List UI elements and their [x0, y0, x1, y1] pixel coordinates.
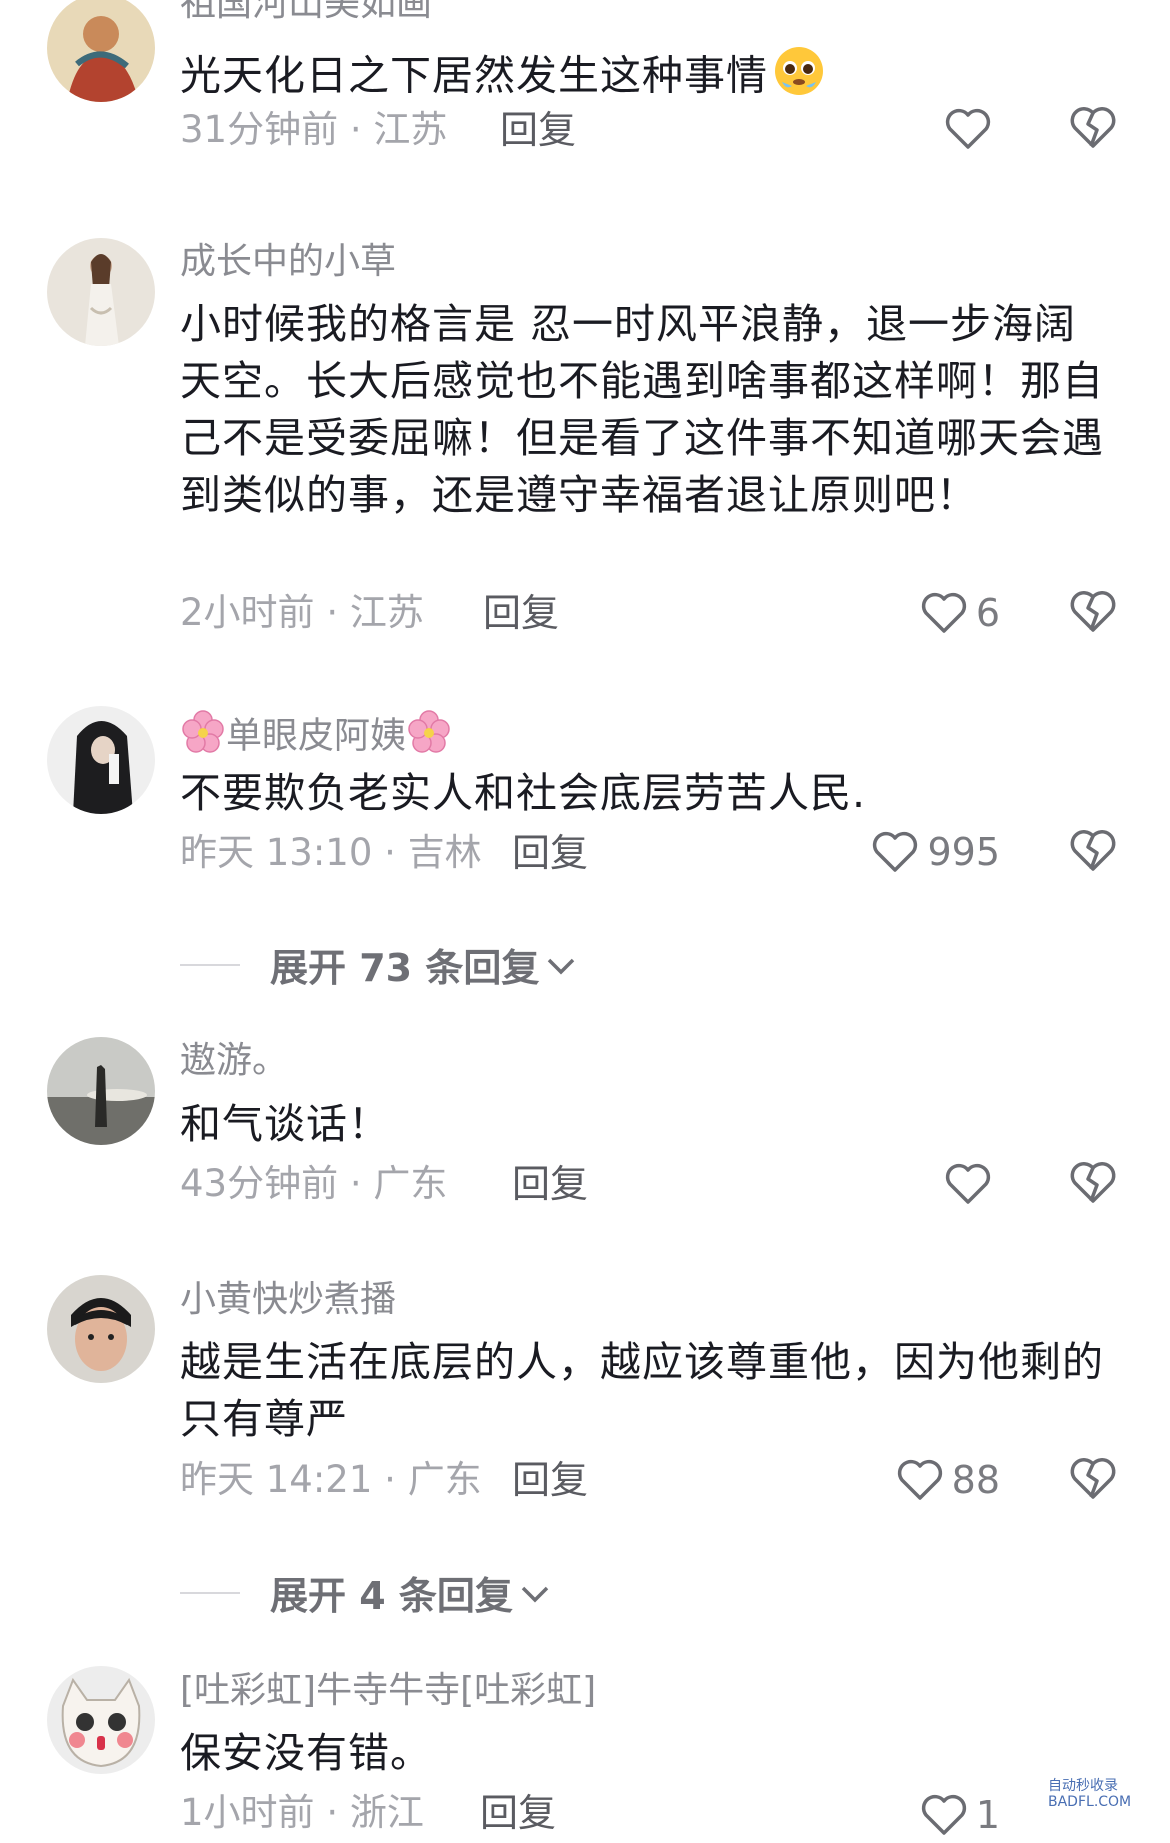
username[interactable]: 祖国河山美如画	[180, 0, 432, 30]
reply-button[interactable]: 回复	[512, 1457, 588, 1503]
timestamp: 1小时前	[180, 1791, 315, 1834]
reply-button[interactable]: 回复	[483, 590, 559, 636]
comment-meta: 1小时前 · 浙江	[180, 1790, 424, 1836]
pleading-face-emoji	[772, 44, 826, 113]
like-button[interactable]: 1	[920, 1790, 1000, 1840]
username[interactable]: 成长中的小草	[180, 240, 396, 284]
comment-meta: 31分钟前 · 江苏	[180, 107, 447, 153]
divider	[180, 1591, 240, 1594]
chevron-down-icon	[539, 943, 577, 987]
timestamp: 昨天 13:10	[180, 831, 373, 874]
comment-text: 光天化日之下居然发生这种事情	[180, 44, 1110, 113]
heart-outline-icon	[944, 1162, 992, 1206]
username[interactable]: 单眼皮阿姨	[180, 709, 452, 766]
avatar[interactable]	[47, 238, 155, 346]
like-count: 6	[975, 591, 1000, 635]
heart-outline-icon	[920, 591, 968, 635]
timestamp: 昨天 14:21	[180, 1458, 373, 1501]
location: 吉林	[407, 831, 482, 874]
timestamp: 2小时前	[180, 591, 315, 634]
comment-meta: 43分钟前 · 广东	[180, 1161, 447, 1207]
dislike-button[interactable]	[1068, 588, 1118, 638]
broken-heart-icon	[1068, 1455, 1118, 1501]
like-button[interactable]: 6	[920, 588, 1000, 638]
meta-separator: ·	[326, 1791, 339, 1834]
heart-outline-icon	[871, 830, 919, 874]
comment-text: 保安没有错。	[180, 1729, 432, 1777]
broken-heart-icon	[1068, 827, 1118, 873]
expand-replies-label: 展开 4 条回复	[270, 1574, 513, 1618]
broken-heart-icon	[1068, 588, 1118, 634]
dislike-button[interactable]	[1068, 827, 1118, 877]
meta-separator: ·	[384, 831, 396, 874]
dislike-button[interactable]	[1068, 104, 1118, 154]
expand-replies-label: 展开 73 条回复	[270, 946, 540, 990]
avatar[interactable]	[47, 0, 155, 102]
dislike-button[interactable]	[1068, 1159, 1118, 1209]
heart-outline-icon	[944, 107, 992, 151]
heart-outline-icon	[920, 1793, 968, 1837]
timestamp: 43分钟前	[180, 1162, 339, 1205]
like-count: 1	[975, 1793, 1000, 1837]
comment-text: 小时候我的格言是 忍一时风平浪静，退一步海阔天空。长大后感觉也不能遇到啥事都这样…	[180, 300, 1104, 519]
watermark: 自动秒收录 BADFL.COM	[1048, 1778, 1132, 1810]
like-button[interactable]: 995	[871, 827, 1000, 877]
meta-separator: ·	[326, 591, 339, 634]
divider	[180, 963, 240, 966]
like-button[interactable]	[944, 1159, 1000, 1209]
like-count: 995	[927, 830, 1000, 874]
username[interactable]: 小黄快炒煮播	[180, 1278, 396, 1322]
meta-separator: ·	[384, 1458, 396, 1501]
cherry-blossom-icon	[180, 709, 226, 766]
reply-button[interactable]: 回复	[480, 1790, 556, 1836]
comment-meta: 昨天 14:21 · 广东	[180, 1457, 482, 1503]
comment-text: 越是生活在底层的人，越应该尊重他，因为他剩的只有尊严	[180, 1338, 1104, 1443]
comment-text: 和气谈话！	[180, 1100, 390, 1148]
username[interactable]: [吐彩虹]牛寺牛寺[吐彩虹]	[180, 1669, 596, 1713]
comment-meta: 昨天 13:10 · 吉林	[180, 830, 482, 876]
like-button[interactable]	[944, 104, 1000, 154]
location: 江苏	[373, 108, 448, 151]
avatar[interactable]	[47, 1275, 155, 1383]
reply-button[interactable]: 回复	[512, 1161, 588, 1207]
reply-button[interactable]: 回复	[512, 830, 588, 876]
avatar[interactable]	[47, 706, 155, 814]
timestamp: 31分钟前	[180, 108, 339, 151]
location: 江苏	[349, 591, 424, 634]
meta-separator: ·	[349, 108, 362, 151]
heart-outline-icon	[896, 1458, 944, 1502]
location: 浙江	[349, 1791, 424, 1834]
avatar[interactable]	[47, 1037, 155, 1145]
expand-replies-button[interactable]: 展开 73 条回复	[180, 937, 577, 992]
comment-meta: 2小时前 · 江苏	[180, 590, 424, 636]
like-button[interactable]: 88	[896, 1455, 1000, 1505]
cherry-blossom-icon	[406, 709, 452, 766]
like-count: 88	[951, 1458, 1000, 1502]
meta-separator: ·	[349, 1162, 362, 1205]
broken-heart-icon	[1068, 104, 1118, 150]
comment-text: 不要欺负老实人和社会底层劳苦人民.	[180, 769, 867, 817]
location: 广东	[373, 1162, 448, 1205]
avatar[interactable]	[47, 1666, 155, 1774]
reply-button[interactable]: 回复	[500, 107, 576, 153]
dislike-button[interactable]	[1068, 1455, 1118, 1505]
broken-heart-icon	[1068, 1159, 1118, 1205]
username[interactable]: 遨游。	[180, 1039, 288, 1083]
location: 广东	[407, 1458, 482, 1501]
chevron-down-icon	[513, 1571, 551, 1615]
expand-replies-button[interactable]: 展开 4 条回复	[180, 1565, 551, 1620]
